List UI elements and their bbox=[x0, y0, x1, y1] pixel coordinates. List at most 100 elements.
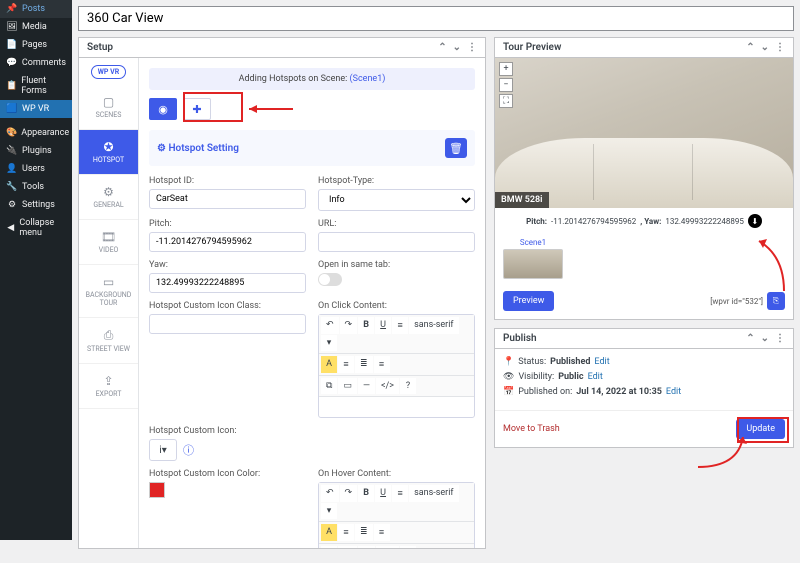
line-btn[interactable]: — bbox=[358, 546, 375, 548]
info-icon[interactable]: ⓘ bbox=[183, 442, 194, 458]
brush-icon: 🎨 bbox=[6, 128, 17, 138]
edit-date-link[interactable]: Edit bbox=[666, 387, 681, 397]
menu-fluentforms[interactable]: 📋Fluent Forms bbox=[0, 72, 72, 100]
box-menu-icon[interactable]: ⋮ bbox=[467, 42, 477, 53]
menu-wpvr[interactable]: 🟦WP VR bbox=[0, 100, 72, 118]
redo-btn[interactable]: ↷ bbox=[340, 317, 358, 334]
wp-admin-sidebar: 📌Posts 🖼Media 📄Pages 💬Comments 📋Fluent F… bbox=[0, 0, 72, 540]
font-select[interactable]: sans-serif bbox=[409, 485, 458, 502]
street-icon: ⎙ bbox=[81, 328, 136, 343]
menu-collapse[interactable]: ◀Collapse menu bbox=[0, 214, 72, 242]
custom-icon-label: Hotspot Custom Icon: bbox=[149, 426, 306, 436]
fullscreen-button[interactable]: ⛶ bbox=[499, 94, 513, 108]
menu-plugins[interactable]: 🔌Plugins bbox=[0, 142, 72, 160]
al-btn[interactable]: ≡ bbox=[338, 524, 354, 541]
box-up-icon[interactable]: ⌃ bbox=[746, 333, 754, 344]
url-input[interactable] bbox=[318, 232, 475, 252]
hotspot-id-input[interactable] bbox=[149, 189, 306, 209]
box-menu-icon[interactable]: ⋮ bbox=[775, 42, 785, 53]
vtab-general[interactable]: ⚙GENERAL bbox=[79, 175, 138, 220]
edit-visibility-link[interactable]: Edit bbox=[588, 372, 603, 382]
post-title-input[interactable] bbox=[78, 6, 794, 31]
scene-link[interactable]: (Scene1) bbox=[350, 74, 386, 84]
vtab-bgtour[interactable]: ▭BACKGROUND TOUR bbox=[79, 265, 138, 318]
box-up-icon[interactable]: ⌃ bbox=[746, 42, 754, 53]
hl-btn[interactable]: A bbox=[321, 524, 337, 541]
onclick-textarea[interactable] bbox=[319, 397, 474, 417]
more-btn[interactable]: ▾ bbox=[321, 335, 337, 351]
menu-pages[interactable]: 📄Pages bbox=[0, 36, 72, 54]
icon-picker[interactable]: i ▾ bbox=[149, 439, 177, 461]
hl-btn[interactable]: A bbox=[321, 356, 337, 373]
line-btn[interactable]: — bbox=[358, 378, 375, 394]
font-select[interactable]: sans-serif bbox=[409, 317, 458, 334]
gear-icon: ⚙ bbox=[6, 200, 18, 210]
box-down-icon[interactable]: ⌄ bbox=[453, 42, 461, 53]
zoom-in-button[interactable]: + bbox=[499, 62, 513, 76]
link-btn[interactable]: ⧉ bbox=[321, 546, 337, 548]
ar-btn[interactable]: ≡ bbox=[374, 356, 390, 373]
menu-settings[interactable]: ⚙ Settings bbox=[0, 196, 72, 214]
hotspot-type-select[interactable]: Info bbox=[318, 189, 475, 211]
list-btn[interactable]: ≡ bbox=[392, 317, 408, 334]
al-btn[interactable]: ≡ bbox=[338, 356, 354, 373]
more-btn[interactable]: ▾ bbox=[321, 503, 337, 519]
link-btn[interactable]: ⧉ bbox=[321, 378, 337, 394]
box-down-icon[interactable]: ⌄ bbox=[761, 333, 769, 344]
calendar-icon: 📅 bbox=[503, 387, 514, 397]
img-btn[interactable]: ▭ bbox=[338, 546, 357, 548]
preview-button[interactable]: Preview bbox=[503, 291, 554, 311]
img-btn[interactable]: ▭ bbox=[338, 378, 357, 394]
redo-btn[interactable]: ↷ bbox=[340, 485, 358, 502]
key-icon: 📍 bbox=[503, 357, 514, 367]
box-menu-icon[interactable]: ⋮ bbox=[775, 333, 785, 344]
copy-coords-button[interactable]: ⬇ bbox=[748, 214, 762, 228]
vtab-scenes[interactable]: ▢SCENES bbox=[79, 85, 138, 130]
help-btn[interactable]: ? bbox=[400, 546, 416, 548]
color-swatch[interactable] bbox=[149, 482, 165, 498]
move-to-trash-link[interactable]: Move to Trash bbox=[503, 424, 560, 434]
menu-posts[interactable]: 📌Posts bbox=[0, 0, 72, 18]
bold-btn[interactable]: B bbox=[358, 317, 374, 334]
menu-label: Settings bbox=[22, 200, 55, 210]
page-icon: 📄 bbox=[6, 40, 18, 50]
menu-users[interactable]: 👤Users bbox=[0, 160, 72, 178]
wpvr-logo: WP VR bbox=[79, 58, 138, 85]
delete-hotspot-button[interactable]: 🗑 bbox=[445, 138, 467, 158]
ac-btn[interactable]: ≣ bbox=[355, 356, 373, 373]
hotspot-tab-current[interactable]: ◉ bbox=[149, 98, 177, 120]
help-btn[interactable]: ? bbox=[400, 378, 416, 394]
icon-class-input[interactable] bbox=[149, 314, 306, 334]
undo-btn[interactable]: ↶ bbox=[321, 485, 339, 502]
ac-btn[interactable]: ≣ bbox=[355, 524, 373, 541]
yaw-input[interactable] bbox=[149, 273, 306, 293]
undo-btn[interactable]: ↶ bbox=[321, 317, 339, 334]
ar-btn[interactable]: ≡ bbox=[374, 524, 390, 541]
menu-appearance[interactable]: 🎨Appearance bbox=[0, 124, 72, 142]
pitch-input[interactable] bbox=[149, 232, 306, 252]
vtab-hotspot[interactable]: ✪HOTSPOT bbox=[79, 130, 138, 175]
zoom-out-button[interactable]: − bbox=[499, 78, 513, 92]
underline-btn[interactable]: U bbox=[375, 317, 391, 334]
box-up-icon[interactable]: ⌃ bbox=[438, 42, 446, 53]
vtab-video[interactable]: 🎞VIDEO bbox=[79, 220, 138, 265]
hotspot-tab-add[interactable]: ✚ bbox=[183, 98, 211, 120]
panorama-preview[interactable]: + − ⛶ BMW 528i bbox=[495, 58, 793, 208]
icon-class-label: Hotspot Custom Icon Class: bbox=[149, 301, 306, 311]
scene-thumbnail[interactable]: Scene1 bbox=[503, 238, 563, 279]
preview-caption: BMW 528i bbox=[495, 192, 549, 208]
underline-btn[interactable]: U bbox=[375, 485, 391, 502]
box-down-icon[interactable]: ⌄ bbox=[761, 42, 769, 53]
code-btn[interactable]: </> bbox=[376, 546, 399, 548]
edit-status-link[interactable]: Edit bbox=[594, 357, 609, 367]
code-btn[interactable]: </> bbox=[376, 378, 399, 394]
vtab-streetview[interactable]: ⎙STREET VIEW bbox=[79, 318, 138, 364]
bold-btn[interactable]: B bbox=[358, 485, 374, 502]
menu-comments[interactable]: 💬Comments bbox=[0, 54, 72, 72]
sametab-toggle[interactable] bbox=[318, 273, 342, 286]
menu-media[interactable]: 🖼Media bbox=[0, 18, 72, 36]
vtab-export[interactable]: ⇪EXPORT bbox=[79, 364, 138, 409]
menu-tools[interactable]: 🔧Tools bbox=[0, 178, 72, 196]
onclick-editor: ↶↷ BU ≡sans-serif▾ A≡≣≡ ⧉▭—</>? bbox=[318, 314, 475, 418]
list-btn[interactable]: ≡ bbox=[392, 485, 408, 502]
